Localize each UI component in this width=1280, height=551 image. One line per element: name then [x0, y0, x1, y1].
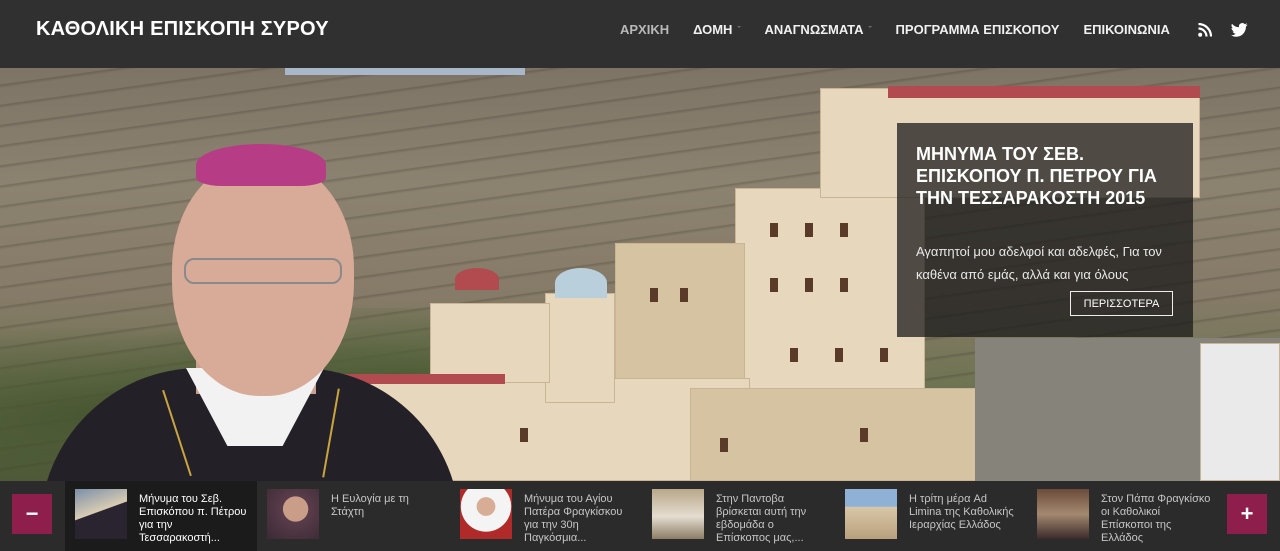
read-more-button[interactable]: ΠΕΡΙΣΣΟΤΕΡΑ	[1070, 291, 1173, 316]
carousel-item[interactable]: Μήνυμα του Σεβ. Επισκόπου π. Πέτρου για …	[65, 481, 257, 551]
carousel-item-title: Στην Παντοβα βρίσκεται αυτή την εβδομάδα…	[716, 493, 807, 544]
window	[790, 348, 798, 362]
thumbnail-image	[75, 489, 127, 539]
slide-title[interactable]: ΜΗΝΥΜΑ ΤΟΥ ΣΕΒ. ΕΠΙΣΚΟΠΟΥ Π. ΠΕΤΡΟΥ ΓΙΑ …	[916, 143, 1186, 209]
carousel-item-title: Μήνυμα του Αγίου Πατέρα Φραγκίσκου για τ…	[524, 493, 623, 544]
church-dome	[555, 268, 607, 298]
carousel-item[interactable]: Στην Παντοβα βρίσκεται αυτή την εβδομάδα…	[642, 481, 834, 551]
nav-item-bishop-schedule[interactable]: ΠΡΟΓΡΑΜΜΑ ΕΠΙΣΚΟΠΟΥ	[896, 22, 1060, 37]
site-title[interactable]: ΚΑΘΟΛΙΚΗ ΕΠΙΣΚΟΠΗ ΣΥΡΟΥ	[36, 18, 329, 41]
thumbnail-image	[267, 489, 319, 539]
carousel-item[interactable]: Στον Πάπα Φραγκίσκο οι Καθολικοί Επίσκοπ…	[1027, 481, 1219, 551]
thumbnail-image	[1037, 489, 1089, 539]
carousel-item-title: Μήνυμα του Σεβ. Επισκόπου π. Πέτρου για …	[139, 493, 247, 544]
window	[840, 278, 848, 292]
carousel-next-button[interactable]: +	[1227, 494, 1267, 534]
window	[770, 223, 778, 237]
nav-item-readings[interactable]: ΑΝΑΓΝΩΣΜΑΤΑ ˇ	[764, 22, 871, 37]
carousel-item[interactable]: Η Ευλογία με τη Στάχτη	[257, 481, 449, 551]
nav-item-contact[interactable]: ΕΠΙΚΟΙΝΩΝΙΑ	[1083, 22, 1169, 37]
window	[860, 428, 868, 442]
thumbnail-image	[460, 489, 512, 539]
carousel-prev-button[interactable]: −	[12, 494, 52, 534]
window	[880, 348, 888, 362]
red-dome	[455, 268, 499, 290]
chevron-down-icon: ˇ	[868, 24, 872, 35]
bishop-glasses	[184, 258, 342, 284]
nav-label: ΠΡΟΓΡΑΜΜΑ ΕΠΙΣΚΟΠΟΥ	[895, 22, 1060, 37]
church-wing	[615, 243, 745, 383]
chevron-down-icon: ˇ	[737, 24, 741, 35]
nav-label: ΕΠΙΚΟΙΝΩΝΙΑ	[1083, 22, 1170, 37]
carousel-item-title: Η Ευλογία με τη Στάχτη	[331, 493, 409, 518]
nav-item-home[interactable]: ΑΡΧΙΚΗ	[620, 22, 669, 37]
window	[680, 288, 688, 302]
thumbnail-image	[845, 489, 897, 539]
carousel-item-title: Στον Πάπα Φραγκίσκο οι Καθολικοί Επίσκοπ…	[1101, 493, 1211, 544]
window	[770, 278, 778, 292]
monastery-roof	[888, 86, 1200, 98]
lower-annex	[690, 388, 990, 481]
twitter-icon[interactable]	[1231, 23, 1248, 37]
white-house	[1200, 343, 1280, 481]
main-nav: ΑΡΧΙΚΗ ΔΟΜΗ ˇ ΑΝΑΓΝΩΣΜΑΤΑ ˇ ΠΡΟΓΡΑΜΜΑ ΕΠΙΣ…	[620, 22, 1194, 37]
window	[650, 288, 658, 302]
window	[840, 223, 848, 237]
site-header: ΚΑΘΟΛΙΚΗ ΕΠΙΣΚΟΠΗ ΣΥΡΟΥ ΑΡΧΙΚΗ ΔΟΜΗ ˇ ΑΝΑ…	[0, 0, 1280, 68]
nav-item-structure[interactable]: ΔΟΜΗ ˇ	[693, 22, 740, 37]
nav-label: ΑΡΧΙΚΗ	[620, 22, 670, 37]
carousel-item[interactable]: Μήνυμα του Αγίου Πατέρα Φραγκίσκου για τ…	[450, 481, 642, 551]
small-chapel	[430, 303, 550, 383]
nav-label: ΔΟΜΗ	[693, 22, 733, 37]
carousel-item-title: Η τρίτη μέρα Ad Limina της Καθολικής Ιερ…	[909, 493, 1014, 531]
window	[520, 428, 528, 442]
window	[835, 348, 843, 362]
window	[720, 438, 728, 452]
sky-strip	[285, 68, 525, 75]
thumbnail-image	[652, 489, 704, 539]
nav-label: ΑΝΑΓΝΩΣΜΑΤΑ	[764, 22, 864, 37]
window	[805, 223, 813, 237]
church-tower	[545, 293, 615, 403]
carousel-item[interactable]: Η τρίτη μέρα Ad Limina της Καθολικής Ιερ…	[835, 481, 1027, 551]
rss-icon[interactable]	[1198, 23, 1212, 37]
slide-excerpt: Αγαπητοί μου αδελφοί και αδελφές, Για το…	[916, 244, 1162, 282]
window	[805, 278, 813, 292]
bishop-zucchetto	[196, 144, 326, 186]
